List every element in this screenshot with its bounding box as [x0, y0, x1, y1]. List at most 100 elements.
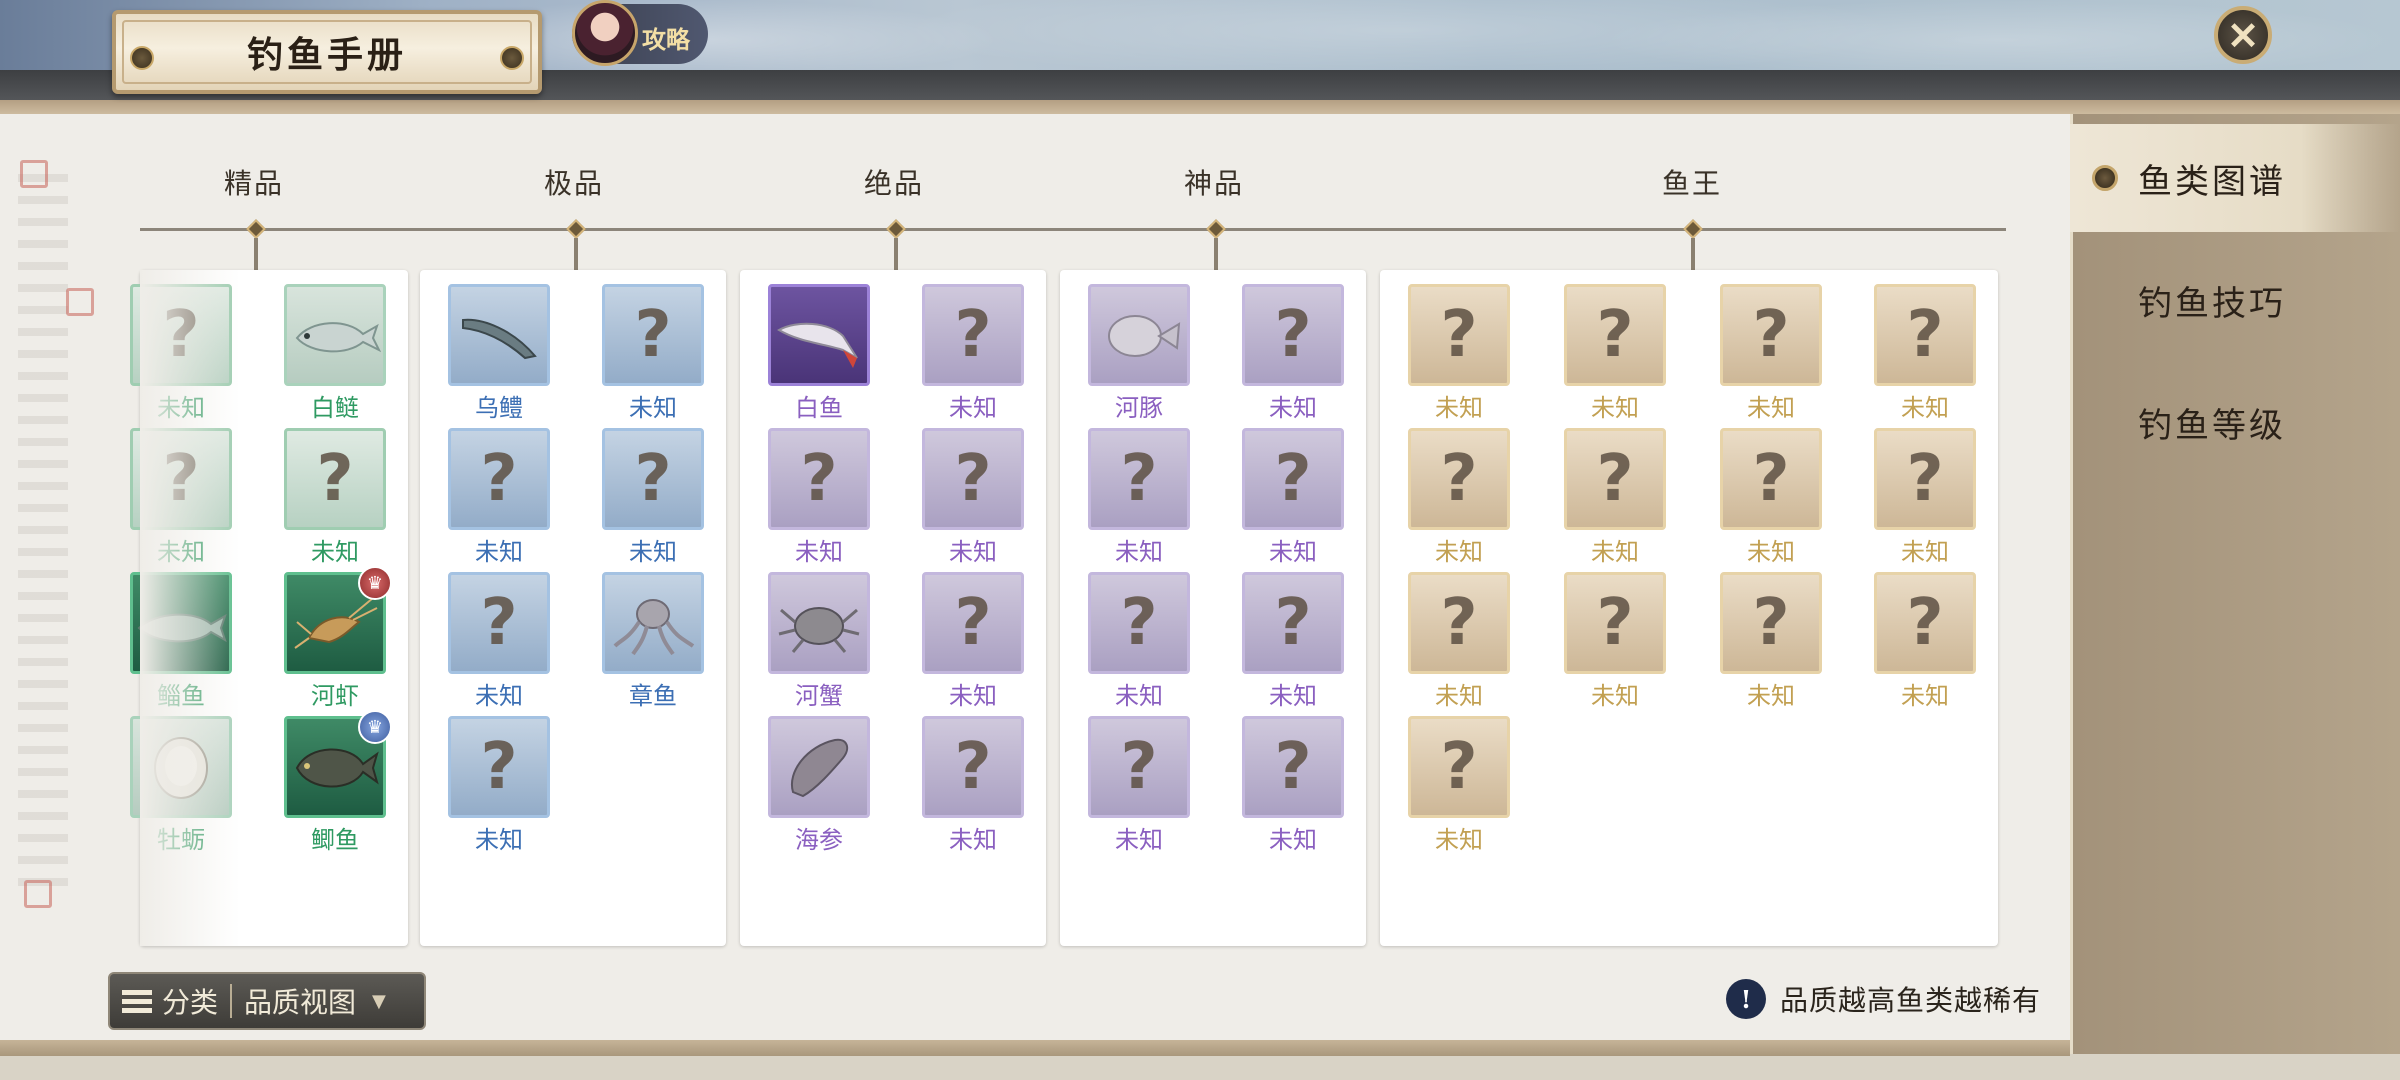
fish-tile: ? — [1720, 572, 1822, 674]
fish-slot[interactable]: ? 未知 — [280, 428, 390, 566]
sidebar-item-label: 钓鱼等级 — [2138, 405, 2286, 446]
fish-name: 未知 — [1901, 394, 1949, 422]
tier-label-juepin: 绝品 — [864, 167, 925, 200]
seal-stamp-icon — [24, 880, 52, 908]
fish-name: 未知 — [949, 682, 997, 710]
fish-slot[interactable]: ? 未知 — [1238, 428, 1348, 566]
unknown-icon: ? — [1440, 586, 1478, 660]
fish-slot[interactable]: ? 未知 — [1238, 572, 1348, 710]
fish-name: 未知 — [1269, 394, 1317, 422]
fish-slot[interactable]: ? 未知 — [1238, 716, 1348, 854]
fish-slot[interactable]: ? 未知 — [1404, 716, 1514, 854]
fish-name: 未知 — [1435, 682, 1483, 710]
fish-name: 乌鳢 — [475, 394, 523, 422]
sidebar-item-fish-catalog[interactable]: 鱼类图谱 — [2070, 124, 2400, 232]
fish-slot[interactable]: ? 未知 — [1404, 284, 1514, 422]
unknown-icon: ? — [1274, 586, 1312, 660]
fish-slot[interactable]: ? 未知 — [764, 428, 874, 566]
unknown-icon: ? — [1752, 586, 1790, 660]
fish-slot[interactable]: ? 未知 — [918, 716, 1028, 854]
fish-slot[interactable]: ? 未知 — [444, 428, 554, 566]
fish-slot[interactable]: ? 未知 — [1716, 428, 1826, 566]
filter-divider — [230, 984, 233, 1018]
fish-tile: ? — [1874, 572, 1976, 674]
fish-slot[interactable]: ? 未知 — [1560, 284, 1670, 422]
fish-name: 未知 — [1901, 682, 1949, 710]
fish-tile: ? — [922, 428, 1024, 530]
fish-name: 未知 — [1435, 394, 1483, 422]
fish-slot[interactable]: 章鱼 — [598, 572, 708, 710]
fish-slot[interactable]: ? 未知 — [598, 428, 708, 566]
fish-name: 未知 — [795, 538, 843, 566]
fish-slot[interactable]: 白鲢 — [280, 284, 390, 422]
fish-name: 未知 — [1591, 682, 1639, 710]
fish-slot[interactable]: ? 未知 — [918, 428, 1028, 566]
fish-slot[interactable]: ? 未知 — [1870, 428, 1980, 566]
fish-tile — [768, 716, 870, 818]
fish-slot[interactable]: 白鱼 — [764, 284, 874, 422]
trophy-icon: ♛ — [358, 710, 392, 744]
fish-tile: ? — [1874, 428, 1976, 530]
fish-name: 未知 — [1435, 538, 1483, 566]
fish-slot[interactable]: ? 未知 — [1560, 428, 1670, 566]
fish-slot[interactable]: 河豚 — [1084, 284, 1194, 422]
fish-slot[interactable]: ♛ 鲫鱼 — [280, 710, 392, 854]
fish-name: 鲫鱼 — [311, 826, 359, 854]
tier-label-shenpin: 神品 — [1184, 167, 1245, 200]
fish-name: 未知 — [949, 826, 997, 854]
category-filter-dropdown[interactable]: 分类 品质视图 ▼ — [108, 972, 426, 1030]
fish-slot[interactable]: ♛ 河虾 — [280, 566, 392, 710]
fish-slot[interactable]: ? 未知 — [444, 716, 554, 854]
fish-slot[interactable]: ? 未知 — [1716, 572, 1826, 710]
fish-slot[interactable]: ? 未知 — [1870, 572, 1980, 710]
fish-slot[interactable]: 乌鳢 — [444, 284, 554, 422]
fish-slot[interactable]: ? 未知 — [918, 284, 1028, 422]
info-icon: ! — [1726, 979, 1766, 1019]
unknown-icon: ? — [1596, 298, 1634, 372]
fish-tile — [768, 284, 870, 386]
pufferfish-icon — [1108, 315, 1181, 357]
fish-tile: ? — [1408, 716, 1510, 818]
fish-tile: ? — [1088, 572, 1190, 674]
fish-slot[interactable]: ? 未知 — [598, 284, 708, 422]
fish-slot[interactable]: ? 未知 — [444, 572, 554, 710]
unknown-icon: ? — [1120, 586, 1158, 660]
fish-slot[interactable]: ? 未知 — [1404, 428, 1514, 566]
fish-slot[interactable]: ? 未知 — [1238, 284, 1348, 422]
fish-name: 未知 — [1747, 682, 1795, 710]
fish-tile: ? — [922, 284, 1024, 386]
fish-slot[interactable]: ? 未知 — [1716, 284, 1826, 422]
fish-tile — [284, 284, 386, 386]
close-button[interactable]: ✕ — [2214, 6, 2272, 64]
fish-tile — [768, 572, 870, 674]
unknown-icon: ? — [1752, 442, 1790, 516]
unknown-icon: ? — [480, 730, 518, 804]
fish-slot[interactable]: ? 未知 — [1084, 572, 1194, 710]
plaque-ornament-icon — [500, 46, 524, 70]
fish-slot[interactable]: 海参 — [764, 716, 874, 854]
quality-timeline — [140, 228, 2006, 231]
fish-name: 未知 — [475, 826, 523, 854]
unknown-icon: ? — [1120, 730, 1158, 804]
fish-slot[interactable]: ? 未知 — [1560, 572, 1670, 710]
page-title: 钓鱼手册 — [246, 34, 407, 76]
fish-slot[interactable]: 河蟹 — [764, 572, 874, 710]
fish-tile: ? — [602, 428, 704, 530]
fish-slot[interactable]: ? 未知 — [1084, 716, 1194, 854]
fish-name: 白鱼 — [795, 394, 843, 422]
sidebar-item-fishing-tips[interactable]: 钓鱼技巧 — [2070, 246, 2400, 354]
guide-button[interactable]: 攻略 — [572, 0, 708, 66]
trophy-icon: ♛ — [358, 566, 392, 600]
fish-slot[interactable]: ? 未知 — [918, 572, 1028, 710]
crab-icon — [778, 607, 860, 653]
fish-slot[interactable]: ? 未知 — [1870, 284, 1980, 422]
unknown-icon: ? — [1906, 442, 1944, 516]
fish-slot[interactable]: ? 未知 — [1084, 428, 1194, 566]
fish-tile — [602, 572, 704, 674]
fish-name: 未知 — [1747, 394, 1795, 422]
fish-tile: ? — [1242, 284, 1344, 386]
fish-tile: ? — [1564, 428, 1666, 530]
sidebar-item-fishing-level[interactable]: 钓鱼等级 — [2070, 368, 2400, 476]
close-icon: ✕ — [2227, 12, 2259, 58]
fish-slot[interactable]: ? 未知 — [1404, 572, 1514, 710]
